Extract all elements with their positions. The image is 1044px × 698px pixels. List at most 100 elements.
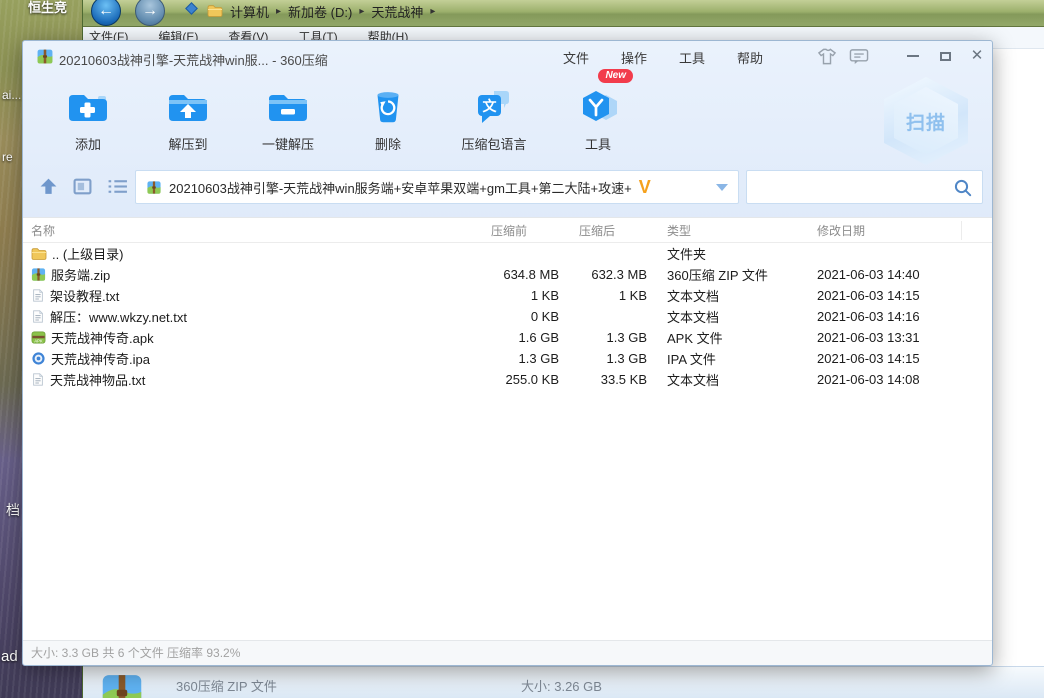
up-directory-icon[interactable] — [39, 177, 58, 196]
table-row[interactable]: 天荒战神物品.txt 255.0 KB 33.5 KB 文本文档 2021-06… — [23, 369, 992, 390]
screen: 恒生竞 ai... re 档 ad ← → 计算机 ▸ 新加卷 (D:) ▸ 天… — [0, 0, 1044, 698]
menu-file[interactable]: 文件 — [563, 48, 589, 67]
breadcrumb-item-folder[interactable]: 天荒战神 — [371, 2, 423, 21]
column-modified[interactable]: 修改日期 — [807, 222, 992, 239]
apk-file-icon: APK — [31, 330, 46, 345]
archive-language-button[interactable]: 文 压缩包语言 — [438, 79, 550, 153]
window-title: 20210603战神引擎-天荒战神win服... - 360压缩 — [59, 50, 328, 69]
search-input[interactable] — [755, 175, 950, 199]
file-list: 名称 压缩前 压缩后 类型 修改日期 .. (上级目录) 文件夹 — [23, 217, 992, 641]
skin-icon[interactable] — [816, 46, 838, 66]
column-type[interactable]: 类型 — [657, 222, 807, 239]
zip-file-icon — [31, 267, 46, 282]
app-menu-bar: 文件 操作 工具 帮助 — [563, 48, 763, 67]
toolbar-button-label: 工具 — [585, 134, 611, 153]
app-zip-icon — [36, 48, 54, 65]
list-view-icon[interactable] — [107, 177, 128, 196]
status-text: 大小: 3.3 GB 共 6 个文件 压缩率 93.2% — [31, 646, 240, 660]
menu-help[interactable]: 帮助 — [737, 48, 763, 67]
nav-dropdown-icon[interactable] — [185, 2, 198, 15]
breadcrumb-item-drive-d[interactable]: 新加卷 (D:) — [288, 2, 352, 21]
breadcrumb-item-computer[interactable]: 计算机 — [230, 2, 269, 21]
new-badge: New — [598, 69, 633, 83]
one-click-extract-button[interactable]: 一键解压 — [238, 79, 338, 153]
file-type: 文本文档 — [657, 307, 807, 326]
selected-file-type: 360压缩 ZIP 文件 — [176, 676, 277, 695]
folder-minus-icon — [265, 79, 311, 127]
file-name: 架设教程.txt — [50, 286, 119, 305]
table-row[interactable]: .. (上级目录) 文件夹 — [23, 243, 992, 264]
maximize-button[interactable] — [934, 46, 956, 66]
size-before: 634.8 MB — [481, 267, 569, 282]
table-row[interactable]: 解压：www.wkzy.net.txt 0 KB 文本文档 2021-06-03… — [23, 306, 992, 327]
toolbar: 添加 解压到 一键解压 删除 — [38, 79, 646, 153]
close-button[interactable]: ✕ — [966, 46, 988, 66]
search-box — [746, 170, 983, 204]
breadcrumb-separator: ▸ — [430, 6, 435, 17]
size-after: 1.3 GB — [569, 330, 657, 345]
search-icon[interactable] — [953, 178, 973, 198]
file-name: 天荒战神传奇.ipa — [51, 349, 150, 368]
file-date: 2021-06-03 14:15 — [807, 288, 992, 303]
folder-icon — [31, 247, 47, 261]
table-row[interactable]: 天荒战神传奇.ipa 1.3 GB 1.3 GB IPA 文件 2021-06-… — [23, 348, 992, 369]
size-after: 632.3 MB — [569, 267, 657, 282]
scan-label: 扫描 — [906, 108, 946, 135]
folder-plus-icon — [65, 79, 111, 127]
table-row[interactable]: 架设教程.txt 1 KB 1 KB 文本文档 2021-06-03 14:15 — [23, 285, 992, 306]
extract-to-button[interactable]: 解压到 — [138, 79, 238, 153]
toolbar-button-label: 删除 — [375, 134, 401, 153]
file-date: 2021-06-03 14:08 — [807, 372, 992, 387]
text-file-icon — [31, 309, 45, 324]
folder-up-arrow-icon — [165, 79, 211, 127]
scan-button[interactable]: 扫描 — [884, 77, 968, 165]
table-row[interactable]: APK 天荒战神传奇.apk 1.6 GB 1.3 GB APK 文件 2021… — [23, 327, 992, 348]
file-name: 天荒战神物品.txt — [50, 370, 145, 389]
list-header: 名称 压缩前 压缩后 类型 修改日期 — [23, 218, 992, 243]
menu-tools[interactable]: 工具 — [679, 48, 705, 67]
trash-icon — [368, 79, 408, 127]
column-name[interactable]: 名称 — [23, 222, 481, 239]
column-size-before[interactable]: 压缩前 — [481, 222, 569, 239]
selected-file-size: 大小: 3.26 GB — [521, 676, 602, 695]
file-name: 解压：www.wkzy.net.txt — [50, 307, 187, 326]
size-before: 255.0 KB — [481, 372, 569, 387]
minimize-button[interactable] — [902, 46, 924, 66]
text-file-icon — [31, 372, 45, 387]
text-file-icon — [31, 288, 45, 303]
file-date: 2021-06-03 14:15 — [807, 351, 992, 366]
zip-file-icon — [99, 671, 145, 698]
desktop-icon-label: re — [2, 150, 13, 164]
hexagon-tools-icon — [576, 79, 620, 127]
column-size-after[interactable]: 压缩后 — [569, 222, 657, 239]
size-before: 0 KB — [481, 309, 569, 324]
size-after: 33.5 KB — [569, 372, 657, 387]
file-name: 天荒战神传奇.apk — [51, 328, 154, 347]
file-type: 文本文档 — [657, 286, 807, 305]
delete-button[interactable]: 删除 — [338, 79, 438, 153]
desktop-icon-label: 恒生竞 — [28, 0, 67, 16]
forward-button[interactable]: → — [135, 0, 165, 26]
address-dropdown-icon[interactable] — [716, 184, 728, 191]
folder-icon — [207, 4, 223, 18]
toolbar-button-label: 解压到 — [168, 134, 207, 153]
status-bar: 大小: 3.3 GB 共 6 个文件 压缩率 93.2% — [23, 640, 992, 665]
size-before: 1.3 GB — [481, 351, 569, 366]
address-bar[interactable]: 20210603战神引擎-天荒战神win服务端+安卓苹果双端+gm工具+第二大陆… — [135, 170, 739, 204]
address-path: 20210603战神引擎-天荒战神win服务端+安卓苹果双端+gm工具+第二大陆… — [169, 178, 632, 197]
size-after: 1.3 GB — [569, 351, 657, 366]
thumbnail-view-icon[interactable] — [73, 177, 92, 196]
add-button[interactable]: 添加 — [38, 79, 138, 153]
title-bar: 20210603战神引擎-天荒战神win服... - 360压缩 文件 操作 工… — [23, 41, 992, 73]
zip-app-window: 20210603战神引擎-天荒战神win服... - 360压缩 文件 操作 工… — [22, 40, 993, 666]
tools-button[interactable]: New 工具 — [550, 79, 646, 153]
table-row[interactable]: 服务端.zip 634.8 MB 632.3 MB 360压缩 ZIP 文件 2… — [23, 264, 992, 285]
feedback-icon[interactable] — [848, 46, 870, 66]
size-before: 1.6 GB — [481, 330, 569, 345]
size-after: 1 KB — [569, 288, 657, 303]
breadcrumb-separator: ▸ — [276, 6, 281, 17]
file-date: 2021-06-03 13:31 — [807, 330, 992, 345]
file-date: 2021-06-03 14:40 — [807, 267, 992, 282]
back-button[interactable]: ← — [91, 0, 121, 26]
menu-operation[interactable]: 操作 — [621, 48, 647, 67]
